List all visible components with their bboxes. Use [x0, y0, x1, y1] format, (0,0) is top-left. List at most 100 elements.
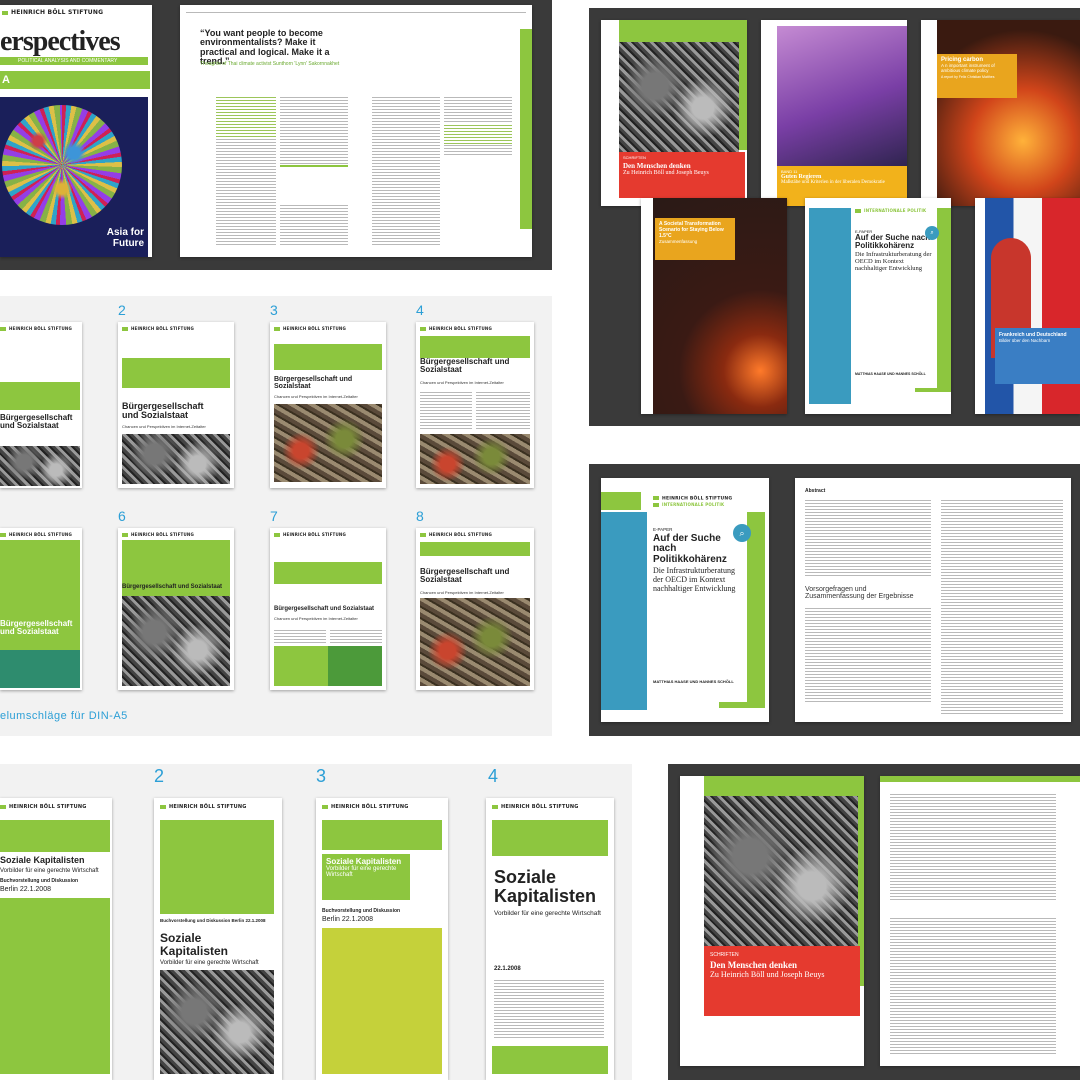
green-tab [601, 492, 641, 510]
green-band [0, 382, 80, 410]
teal-panel [0, 650, 80, 688]
text-column [476, 390, 530, 430]
book-inner-page [880, 776, 1080, 1066]
title-block: A Societal Transformation Scenario for S… [655, 218, 735, 260]
flyer-4: HEINRICH BÖLL STIFTUNG Soziale Kapitalis… [486, 798, 614, 1080]
green-band [322, 820, 442, 850]
market-photo [0, 446, 80, 486]
brand-logo: HEINRICH BÖLL STIFTUNG [0, 532, 72, 537]
a5-cover-6: HEINRICH BÖLL STIFTUNG Bürgergesellschaf… [118, 528, 234, 690]
flyer-subtitle: Vorbilder für eine gerechte Wirtschaft [326, 866, 397, 879]
highlight-box [444, 123, 512, 145]
dark-green-block [328, 646, 382, 686]
series-label: E-PAPER [855, 229, 873, 234]
body-column-1 [216, 137, 276, 247]
cover-title: Auf der Suche nach Politikkohärenz [855, 233, 931, 251]
cover-title: Bürgergesellschaft und Sozialstaat [122, 584, 223, 590]
content-block: HEINRICH BÖLL STIFTUNG INTERNATIONALE PO… [647, 492, 747, 702]
book-cover: SCHRIFTEN Den Menschen denken Zu Heinric… [680, 776, 864, 1066]
blue-title-block: Frankreich und Deutschland Bilder über d… [995, 328, 1080, 384]
magazine-subtitle-band: POLITICAL ANALYSIS AND COMMENTARY [0, 57, 148, 65]
text-column [330, 628, 382, 644]
cover-title: Auf der Suche nach Politikkohärenz [653, 532, 727, 565]
cover-author: A report by Felix Christian Matthes [941, 75, 995, 79]
cover-title: Frankreich und Deutschland [999, 332, 1067, 338]
abstract-text [805, 498, 931, 578]
magazine-title: erspectives [0, 26, 121, 57]
a5-cover-7: HEINRICH BÖLL STIFTUNG Bürgergesellschaf… [270, 528, 386, 690]
cover-subtitle: Die Infrastrukturberatung der OECD im Ko… [653, 566, 736, 593]
a5-cover-5: HEINRICH BÖLL STIFTUNG Bürgergesellschaf… [0, 528, 82, 690]
cover-text: Asia for Future [106, 227, 144, 249]
brand-logo: HEINRICH BÖLL STIFTUNG [0, 326, 72, 331]
epaper-cover: HEINRICH BÖLL STIFTUNG INTERNATIONALE PO… [601, 478, 769, 722]
building-photo [777, 26, 907, 166]
brand-logo: HEINRICH BÖLL STIFTUNG [492, 804, 579, 810]
flyer-1: HEINRICH BÖLL STIFTUNG Soziale Kapitalis… [0, 798, 112, 1080]
green-margin [520, 29, 532, 229]
flyer-meta: Buchvorstellung und Diskussion [0, 878, 79, 884]
cover-subtitle: Maßstäbe und Kriterien in der liberalen … [781, 180, 885, 185]
cover-title: Bürgergesellschaft und Sozialstaat [274, 606, 375, 612]
series-label: SCHRIFTEN [710, 952, 739, 958]
brand-logo: HEINRICH BÖLL STIFTUNG [160, 804, 247, 810]
market-photo [420, 598, 530, 686]
panel-soziale-kapitalisten: 2 3 4 HEINRICH BÖLL STIFTUNG Soziale Kap… [0, 764, 632, 1080]
yellow-green-panel [322, 928, 442, 1074]
number-label: 4 [416, 302, 424, 318]
red-title-block: SCHRIFTEN Den Menschen denken Zu Heinric… [704, 946, 860, 1016]
epaper-inner-spread: Abstract Vorsorgefragen und Zusammenfass… [795, 478, 1071, 722]
brand-logo: HEINRICH BÖLL STIFTUNG [420, 326, 492, 331]
magnifier-icon: ⌕ [733, 524, 751, 542]
panel-perspectives: HEINRICH BÖLL STIFTUNG erspectives POLIT… [0, 0, 552, 270]
cover-title: Bürgergesellschaft und Sozialstaat [420, 567, 510, 585]
green-band [420, 336, 530, 358]
brand-logo: HEINRICH BÖLL STIFTUNG [274, 326, 346, 331]
abstract-label: Abstract [805, 488, 826, 494]
steel-photo [937, 20, 1080, 206]
green-block [274, 646, 328, 686]
green-band [492, 1046, 608, 1074]
flyer-title: Soziale Kapitalisten [494, 867, 597, 906]
cover-frankreich: Frankreich und Deutschland Bilder über d… [975, 198, 1080, 414]
brand-logo: HEINRICH BÖLL STIFTUNG [0, 804, 87, 810]
blue-stripe [809, 208, 851, 404]
green-band [122, 358, 230, 388]
pullquote-bar [280, 165, 348, 205]
panel-buergergesellschaft: 2 3 4 HEINRICH BÖLL STIFTUNG Bürgergesel… [0, 296, 552, 736]
green-panel [160, 820, 274, 914]
a5-cover-3: HEINRICH BÖLL STIFTUNG Bürgergesellschaf… [270, 322, 386, 488]
green-band [274, 344, 382, 370]
number-label: 3 [316, 766, 327, 786]
green-band [0, 820, 110, 852]
brand-logo: HEINRICH BÖLL STIFTUNG [420, 532, 492, 537]
cover-subtitle: Zu Heinrich Böll und Joseph Beuys [710, 970, 825, 979]
brand-logo: HEINRICH BÖLL STIFTUNG [322, 804, 409, 810]
flyer-date: Berlin 22.1.2008 [322, 916, 373, 923]
header-band [880, 776, 1080, 782]
cover-title: Den Menschen denken [623, 162, 691, 170]
title-block: Pricing carbon A n important instrument … [937, 54, 1017, 98]
series-label: E-PAPER [653, 526, 673, 532]
panel-covers-grid: SCHRIFTEN Den Menschen denken Zu Heinric… [589, 8, 1080, 426]
cover-title: A Societal Transformation Scenario for S… [659, 221, 724, 239]
magazine-subtitle: POLITICAL ANALYSIS AND COMMENTARY [18, 58, 118, 64]
red-title-block: SCHRIFTEN Den Menschen denken Zu Heinric… [619, 152, 745, 198]
cover-footer: MATTHIAS HAASE UND HANNES SCHÖLL [855, 372, 926, 376]
cover-title: Bürgergesellschaft und Sozialstaat [0, 619, 73, 637]
a5-cover-8: HEINRICH BÖLL STIFTUNG Bürgergesellschaf… [416, 528, 534, 690]
cover-title: Den Menschen denken [710, 960, 798, 970]
running-header [186, 10, 526, 13]
market-photo [274, 404, 382, 482]
cover-subtitle: Zusammenfassung [659, 239, 698, 244]
cover-subtitle: Chancen und Perspektiven im Internet-Zei… [122, 424, 206, 429]
cover-pricing-carbon: Pricing carbon A n important instrument … [921, 20, 1080, 206]
flyer-meta: Buchvorstellung und Diskussion [322, 908, 401, 914]
text-column [274, 628, 326, 644]
cover-title: Bürgergesellschaft und Sozialstaat [0, 413, 73, 431]
cover-societal-transformation: A Societal Transformation Scenario for S… [641, 198, 787, 414]
flyer-title: Soziale Kapitalisten [160, 931, 229, 958]
number-label: 8 [416, 508, 424, 524]
portrait-photo [619, 42, 739, 152]
flyer-date: Berlin 22.1.2008 [0, 886, 51, 893]
